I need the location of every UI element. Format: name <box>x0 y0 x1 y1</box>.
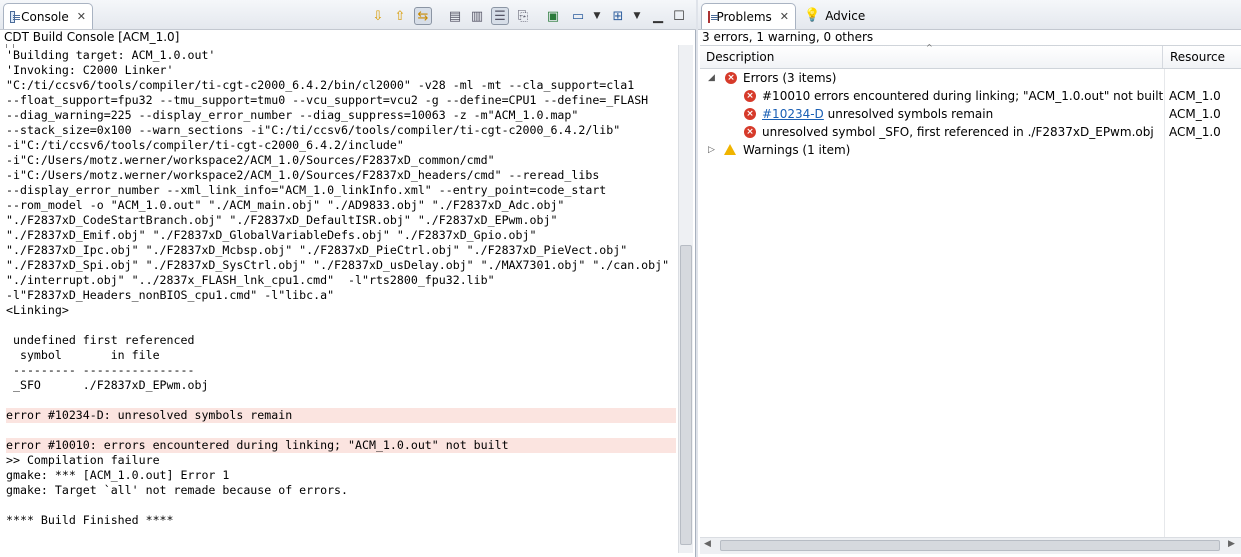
console-view: Console ✕ ⇩ ⇧ ⇆ ▤ ▥ ☰ ⎘ ▣ ▭ ▼ ⊞ ▼ ▁ ☐ CD… <box>0 0 696 557</box>
console-line: --stack_size=0x100 --warn_sections -i"C:… <box>6 123 621 137</box>
problems-scroll-thumb[interactable] <box>720 540 1220 551</box>
error-icon: × <box>744 90 756 102</box>
console-line: -i"C:/Users/motz.werner/workspace2/ACM_1… <box>6 153 495 167</box>
show-console-icon[interactable]: ▥ <box>468 7 486 25</box>
console-line: >> Compilation failure <box>6 453 160 467</box>
error-icon: × <box>744 108 756 120</box>
tab-advice-label: Advice <box>825 8 866 23</box>
console-scrollbar[interactable] <box>678 45 693 553</box>
console-tabbar: Console ✕ ⇩ ⇧ ⇆ ▤ ▥ ☰ ⎘ ▣ ▭ ▼ ⊞ ▼ ▁ ☐ <box>0 0 696 30</box>
problem-description-wrap: #10234-D unresolved symbols remain <box>762 105 993 123</box>
scroll-down-icon[interactable]: ⇩ <box>369 7 387 25</box>
collapsed-twisty-icon[interactable]: ▷ <box>708 141 715 159</box>
console-line: --------- ---------------- <box>6 363 195 377</box>
console-icon <box>10 10 21 23</box>
problem-row[interactable]: × #10234-D unresolved symbols remain ACM… <box>700 105 1241 123</box>
errors-group-row[interactable]: ◢ × Errors (3 items) <box>700 69 1241 87</box>
console-subtitle: CDT Build Console [ACM_1.0] <box>4 30 180 44</box>
column-description[interactable]: Description <box>706 50 774 64</box>
console-line: --diag_warning=225 --display_error_numbe… <box>6 108 579 122</box>
lightbulb-icon: 💡 <box>804 8 821 23</box>
console-line: "./F2837xD_CodeStartBranch.obj" "./F2837… <box>6 213 558 227</box>
console-line: 'Building target: ACM_1.0.out' <box>6 48 216 62</box>
console-line: "./F2837xD_Emif.obj" "./F2837xD_GlobalVa… <box>6 228 537 242</box>
console-scroll-thumb[interactable] <box>680 245 692 545</box>
console-output[interactable]: 'Building target: ACM_1.0.out' 'Invoking:… <box>6 48 676 548</box>
console-line: undefined first referenced <box>6 333 195 347</box>
column-resource[interactable]: Resource <box>1170 50 1225 64</box>
problem-resource: ACM_1.0 <box>1169 107 1221 121</box>
problem-resource: ACM_1.0 <box>1169 89 1221 103</box>
problems-tabbar: Problems ✕ 💡 Advice <box>698 0 1241 30</box>
problem-description: unresolved symbol _SFO, first referenced… <box>762 125 1154 139</box>
console-error-line: error #10010: errors encountered during … <box>6 438 676 453</box>
console-line: -i"C:/ti/ccsv6/tools/compiler/ti-cgt-c20… <box>6 138 404 152</box>
chevron-down-icon[interactable]: ▼ <box>628 7 646 25</box>
console-line: _SFO ./F2837xD_EPwm.obj <box>6 378 209 392</box>
problem-resource: ACM_1.0 <box>1169 125 1221 139</box>
problems-icon <box>708 10 721 23</box>
tab-problems[interactable]: Problems ✕ <box>701 3 796 29</box>
error-icon: × <box>725 72 737 84</box>
scroll-up-icon[interactable]: ⇧ <box>391 7 409 25</box>
console-line: 'Invoking: C2000 Linker' <box>6 63 174 77</box>
warnings-group-row[interactable]: ▷ Warnings (1 item) <box>700 141 1241 159</box>
console-line: "./F2837xD_Ipc.obj" "./F2837xD_Mcbsp.obj… <box>6 243 628 257</box>
warnings-group-label: Warnings (1 item) <box>743 143 851 157</box>
expanded-twisty-icon[interactable]: ◢ <box>708 69 715 87</box>
open-console-icon[interactable]: ⊞ <box>609 7 627 25</box>
console-line: <Linking> <box>6 303 69 317</box>
console-line: "C:/ti/ccsv6/tools/compiler/ti-cgt-c2000… <box>6 78 635 92</box>
console-error-line: error #10234-D: unresolved symbols remai… <box>6 408 676 423</box>
tab-console-label: Console <box>21 9 69 24</box>
warning-icon <box>724 144 736 155</box>
problem-row[interactable]: × unresolved symbol _SFO, first referenc… <box>700 123 1241 141</box>
tab-advice[interactable]: 💡 Advice <box>804 8 865 23</box>
scroll-right-icon[interactable]: ▶ <box>1228 539 1235 549</box>
close-icon[interactable]: ✕ <box>780 10 789 23</box>
maximize-icon[interactable]: ☐ <box>670 7 688 25</box>
console-line: -i"C:/Users/motz.werner/workspace2/ACM_1… <box>6 168 600 182</box>
column-separator[interactable] <box>1162 46 1163 68</box>
console-line: --float_support=fpu32 --tmu_support=tmu0… <box>6 93 649 107</box>
problem-description: unresolved symbols remain <box>827 107 994 121</box>
tab-problems-label: Problems <box>716 9 772 24</box>
close-icon[interactable]: ✕ <box>77 10 86 23</box>
console-line: --display_error_number --xml_link_info="… <box>6 183 607 197</box>
console-line: symbol in file <box>6 348 160 362</box>
error-icon: × <box>744 126 756 138</box>
clear-console-icon[interactable]: ▤ <box>446 7 464 25</box>
tab-console[interactable]: Console ✕ <box>3 3 93 29</box>
problem-row[interactable]: × #10010 errors encountered during linki… <box>700 87 1241 105</box>
copy-build-log-icon[interactable]: ⎘ <box>514 7 532 25</box>
sort-up-icon: ^ <box>926 43 933 52</box>
problems-summary: 3 errors, 1 warning, 0 others <box>702 30 874 44</box>
problems-view: Problems ✕ 💡 Advice 3 errors, 1 warning,… <box>698 0 1241 557</box>
minimize-icon[interactable]: ▁ <box>649 7 667 25</box>
error-code-link[interactable]: #10234-D <box>762 107 824 121</box>
display-console-icon[interactable]: ▭ <box>569 7 587 25</box>
console-line: **** Build Finished **** <box>6 513 174 527</box>
console-line: -l"F2837xD_Headers_nonBIOS_cpu1.cmd" -l"… <box>6 288 335 302</box>
errors-group-label: Errors (3 items) <box>743 71 837 85</box>
resource-column-divider <box>1164 69 1165 537</box>
scroll-lock-icon[interactable]: ⇆ <box>414 7 432 25</box>
scroll-left-icon[interactable]: ◀ <box>704 539 711 549</box>
chevron-down-icon[interactable]: ▼ <box>588 7 606 25</box>
console-line: "./interrupt.obj" "../2837x_FLASH_lnk_cp… <box>6 273 495 287</box>
console-line: gmake: *** [ACM_1.0.out] Error 1 <box>6 468 230 482</box>
problem-description: #10010 errors encountered during linking… <box>762 89 1164 103</box>
problems-horizontal-scrollbar[interactable]: ◀ ▶ <box>700 537 1241 554</box>
console-line: "./F2837xD_Spi.obj" "./F2837xD_SysCtrl.o… <box>6 258 670 272</box>
console-line: --rom_model -o "ACM_1.0.out" "./ACM_main… <box>6 198 565 212</box>
pin-console-icon[interactable]: ▣ <box>544 7 562 25</box>
console-line: gmake: Target `all' not remade because o… <box>6 483 349 497</box>
problems-table-header: Description ^ Resource <box>700 43 1241 69</box>
word-wrap-icon[interactable]: ☰ <box>491 7 509 25</box>
